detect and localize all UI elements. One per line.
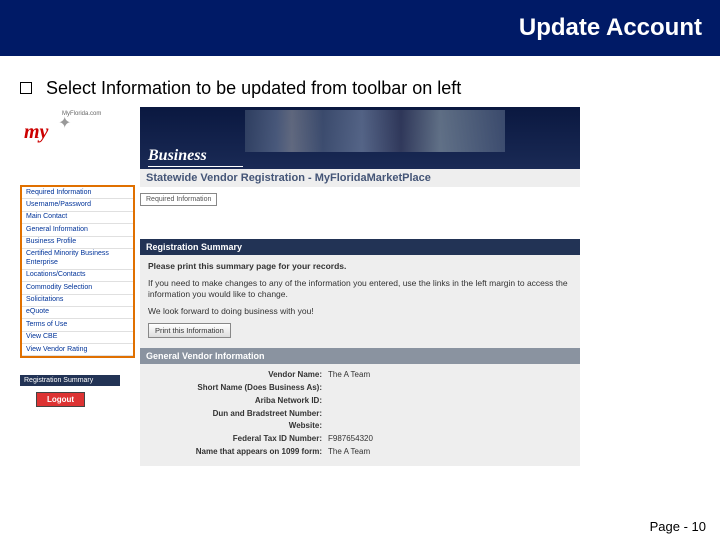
- square-bullet-icon: [20, 82, 32, 94]
- field-federal-tax-id: Federal Tax ID Number: F987654320: [148, 434, 572, 445]
- sidebar-item-cmbe[interactable]: Certified Minority Business Enterprise: [22, 249, 133, 270]
- field-value: The A Team: [328, 370, 370, 381]
- field-ariba-id: Ariba Network ID:: [148, 396, 572, 407]
- logout-button[interactable]: Logout: [36, 392, 85, 407]
- field-label: Dun and Bradstreet Number:: [148, 409, 328, 420]
- sidebar-item-required-information[interactable]: Required Information: [22, 187, 133, 199]
- star-icon: ✦: [58, 113, 71, 133]
- field-vendor-name: Vendor Name: The A Team: [148, 370, 572, 381]
- screenshot-main-column: Business Statewide Vendor Registration -…: [140, 107, 580, 492]
- sidebar-item-general-information[interactable]: General Information: [22, 224, 133, 236]
- sidebar-item-terms-of-use[interactable]: Terms of Use: [22, 319, 133, 331]
- sidebar-nav: Required Information Username/Password M…: [20, 185, 135, 358]
- sidebar-item-business-profile[interactable]: Business Profile: [22, 237, 133, 249]
- summary-line-2: If you need to make changes to any of th…: [148, 278, 572, 300]
- summary-line-3: We look forward to doing business with y…: [148, 306, 572, 317]
- field-label: Short Name (Does Business As):: [148, 383, 328, 394]
- field-label: Ariba Network ID:: [148, 396, 328, 407]
- sidebar-item-main-contact[interactable]: Main Contact: [22, 212, 133, 224]
- vendor-info-fields: Vendor Name: The A Team Short Name (Does…: [140, 364, 580, 466]
- field-label: Website:: [148, 421, 328, 432]
- banner-label: Business: [148, 147, 207, 165]
- sidebar-item-locations-contacts[interactable]: Locations/Contacts: [22, 270, 133, 282]
- embedded-screenshot: MyFlorida.com my ✦ Required Information …: [20, 107, 580, 492]
- section-registration-summary: Registration Summary: [140, 239, 580, 255]
- summary-line-1: Please print this summary page for your …: [148, 261, 572, 272]
- banner-underline: [148, 166, 243, 167]
- field-label: Name that appears on 1099 form:: [148, 447, 328, 458]
- sidebar-item-solicitations[interactable]: Solicitations: [22, 295, 133, 307]
- logo: MyFlorida.com my ✦: [20, 107, 135, 149]
- field-value: F987654320: [328, 434, 373, 445]
- screenshot-left-column: MyFlorida.com my ✦ Required Information …: [20, 107, 135, 492]
- field-short-name: Short Name (Does Business As):: [148, 383, 572, 394]
- field-website: Website:: [148, 421, 572, 432]
- instruction-row: Select Information to be updated from to…: [20, 78, 720, 99]
- instruction-text: Select Information to be updated from to…: [46, 78, 461, 99]
- logout-wrap: Logout: [36, 395, 85, 404]
- page-number: Page - 10: [650, 519, 706, 534]
- summary-body: Please print this summary page for your …: [140, 255, 580, 348]
- field-duns: Dun and Bradstreet Number:: [148, 409, 572, 420]
- sidebar-item-commodity-selection[interactable]: Commodity Selection: [22, 282, 133, 294]
- page-heading: Statewide Vendor Registration - MyFlorid…: [140, 169, 580, 187]
- sidebar-item-username-password[interactable]: Username/Password: [22, 199, 133, 211]
- field-value: The A Team: [328, 447, 370, 458]
- sidebar-item-view-cbe[interactable]: View CBE: [22, 332, 133, 344]
- field-label: Vendor Name:: [148, 370, 328, 381]
- section-general-vendor-info: General Vendor Information: [140, 348, 580, 364]
- field-1099-name: Name that appears on 1099 form: The A Te…: [148, 447, 572, 458]
- banner-collage-image: [245, 110, 505, 152]
- sidebar-registration-summary[interactable]: Registration Summary: [20, 375, 120, 386]
- sidebar-item-equote[interactable]: eQuote: [22, 307, 133, 319]
- print-button[interactable]: Print this Information: [148, 323, 231, 338]
- sidebar-item-view-vendor-rating[interactable]: View Vendor Rating: [22, 344, 133, 356]
- slide-title: Update Account: [519, 14, 702, 42]
- slide-title-bar: Update Account: [0, 0, 720, 56]
- breadcrumb: Required Information: [140, 193, 217, 206]
- logo-word: my: [24, 121, 48, 144]
- field-label: Federal Tax ID Number:: [148, 434, 328, 445]
- banner: Business: [140, 107, 580, 169]
